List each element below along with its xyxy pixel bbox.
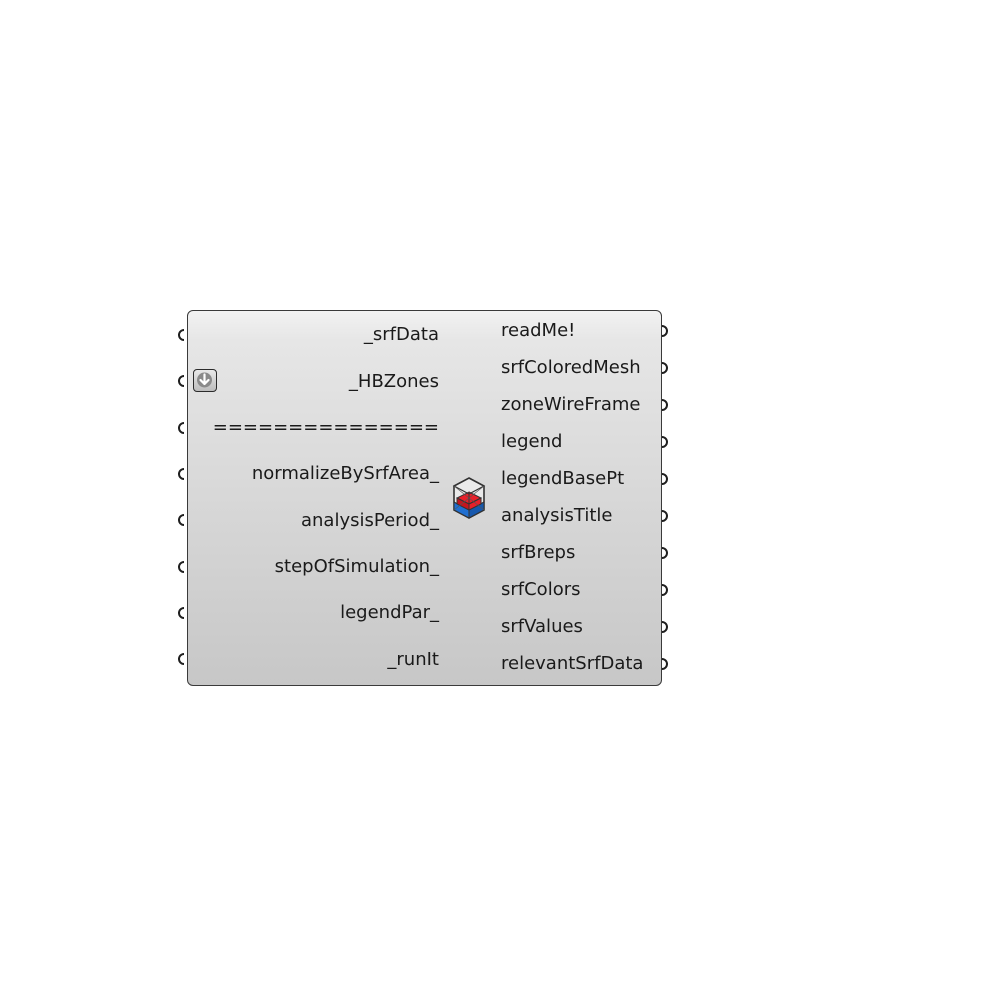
output-relevantSrfData-label: relevantSrfData — [501, 653, 644, 674]
flatten-arrow-icon — [197, 372, 212, 388]
output-srfBreps-label: srfBreps — [501, 542, 576, 563]
input-stepOfSimulation-label: stepOfSimulation_ — [274, 556, 439, 577]
output-zoneWireFrame-label: zoneWireFrame — [501, 394, 641, 415]
input-normalizeBySrfArea-label: normalizeBySrfArea_ — [251, 463, 439, 484]
output-legendBasePt-label: legendBasePt — [501, 468, 625, 489]
output-srfColors-label: srfColors — [501, 579, 581, 600]
output-readMe-label: readMe! — [501, 320, 576, 341]
flatten-indicator[interactable] — [193, 369, 217, 392]
output-srfColoredMesh-label: srfColoredMesh — [501, 357, 641, 378]
input-analysisPeriod-label: analysisPeriod_ — [300, 510, 439, 531]
output-srfValues-label: srfValues — [501, 616, 583, 637]
input-runIt-label: _runIt — [387, 649, 439, 670]
output-analysisTitle-label: analysisTitle — [501, 505, 613, 526]
honeybee-zone-cube-icon — [452, 477, 486, 519]
input-legendPar-label: legendPar_ — [340, 602, 439, 623]
output-legend-label: legend — [501, 431, 563, 452]
input-HBZones-label: _HBZones — [348, 371, 439, 392]
input-srfData-label: _srfData — [363, 324, 439, 345]
input-separator-label: =============== — [212, 417, 439, 438]
